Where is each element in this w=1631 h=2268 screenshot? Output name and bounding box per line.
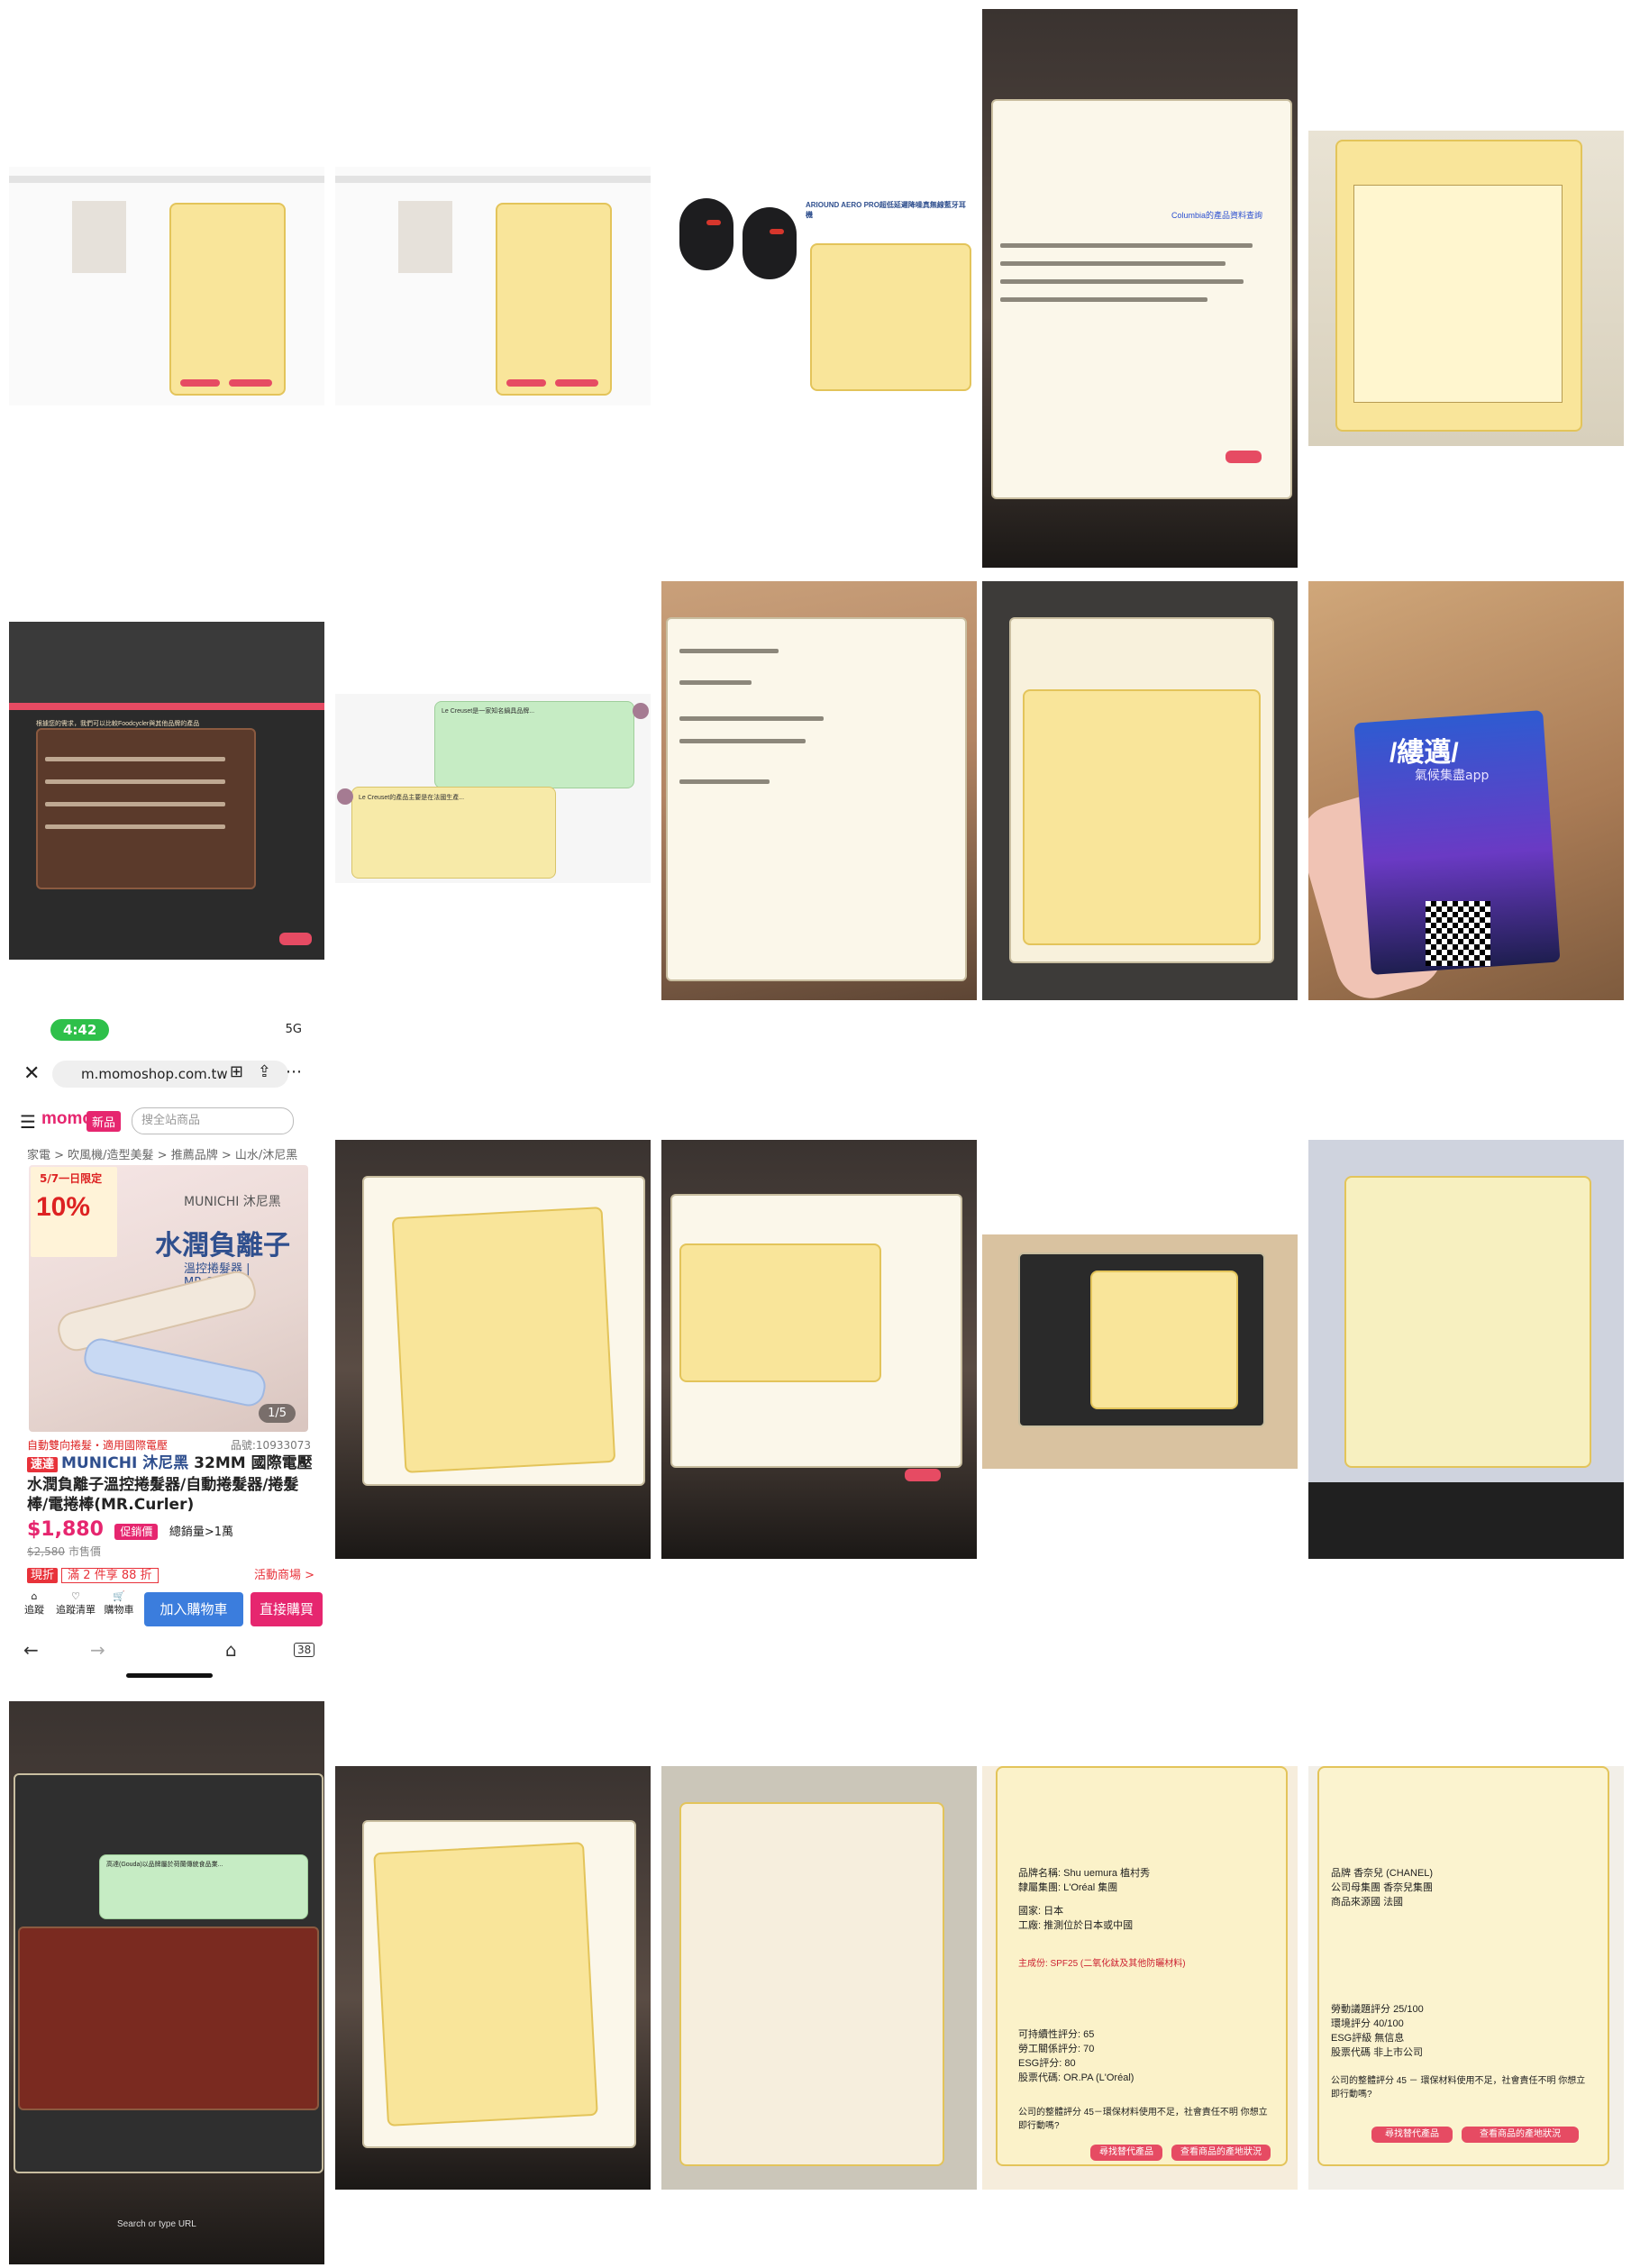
browser-search-field[interactable]: Search or type URL bbox=[117, 2219, 196, 2229]
photo-tile-timberland bbox=[661, 1766, 977, 2190]
assistant-panel bbox=[169, 203, 286, 396]
activity-link[interactable]: 活動商場 > bbox=[254, 1565, 314, 1582]
back-arrow-icon[interactable]: ← bbox=[23, 1639, 39, 1661]
chanel-origin: 商品來源國 法國 bbox=[1331, 1897, 1404, 1908]
image-counter: 1/5 bbox=[259, 1404, 296, 1423]
columbia-title: Columbia的產品資料查詢 bbox=[1171, 211, 1263, 220]
category-link[interactable]: 自動雙向捲髮・適用國際電壓 bbox=[27, 1439, 168, 1452]
old-price: $2,580 bbox=[27, 1545, 65, 1558]
photo-tile-app-card: /縷邁/ 氣候集盡app bbox=[1308, 581, 1624, 1000]
old-price-suffix: 市售價 bbox=[68, 1545, 102, 1558]
loreal-question: 公司的整體評分 45－環保材料使用不足，社會責任不明 你想立即行動嗎? bbox=[1018, 2108, 1268, 2131]
chanel-scores: 勞動議題評分 25/100 環境評分 40/100 ESG評級 無信息 股票代碼 非上… bbox=[1331, 2004, 1424, 2058]
add-to-cart-button[interactable]: 加入購物車 bbox=[144, 1592, 243, 1626]
photo-tile-columbia: Columbia的產品資料查詢 bbox=[982, 9, 1298, 568]
photo-tile-onitsuka bbox=[1308, 1140, 1624, 1559]
photo-tile-acer-laptop bbox=[661, 1140, 977, 1559]
photo-tile-gouda: 高達(Gouda)以品牌屬於荷蘭傳統食品業... Search or type … bbox=[9, 1701, 324, 2264]
momo-logo[interactable]: momo bbox=[41, 1109, 93, 1129]
phone-screenshot-momo: 4:42 5G ✕ m.momoshop.com.tw ⊞⇪⋯ ☰ momo 新… bbox=[9, 1016, 329, 1694]
photo-tile-chanel: 品牌 香奈兒 (CHANEL) 公司母集團 香奈兒集團 商品來源國 法國 勞動議… bbox=[1308, 1766, 1624, 2190]
promo-date: 5/7一日限定 bbox=[40, 1172, 103, 1185]
menu-icon[interactable]: ☰ bbox=[20, 1111, 36, 1133]
photo-tile-brand-table bbox=[1308, 131, 1624, 446]
buy-now-button[interactable]: 直接購買 bbox=[251, 1592, 323, 1626]
product-title: 速達 MUNICHI 沐尼黑 32MM 國際電壓水潤負離子溫控捲髮器/自動捲髮器/… bbox=[27, 1453, 314, 1515]
compare-prompt: 根據您的需求，我們可以比較Foodcycler與其他品牌的產品 bbox=[36, 721, 200, 727]
home-icon[interactable]: ⌂ bbox=[225, 1639, 237, 1661]
search-input[interactable]: 搜全站商品 bbox=[132, 1107, 294, 1134]
chat-bubble-yellow-text: Le Creuset的產品主要是在法國生產... bbox=[359, 795, 465, 801]
photo-tile-shu-uemura: 品牌名稱: Shu uemura 植村秀 隸屬集團: L'Oréal 集團 國家… bbox=[982, 1766, 1298, 2190]
browser-actions[interactable]: ⊞⇪⋯ bbox=[230, 1062, 316, 1081]
earbuds-title: ARIOUND AERO PRO超低延遲降噪真無線藍牙耳機 bbox=[806, 201, 966, 219]
screenshot-tile-foodcycler: 根據您的需求，我們可以比較Foodcycler與其他品牌的產品 bbox=[9, 622, 324, 960]
follow-button[interactable]: ⌂ 追蹤 bbox=[14, 1590, 54, 1617]
product-brand[interactable]: MUNICHI 沐尼黑 bbox=[61, 1454, 188, 1472]
banner-brand: MUNICHI 沐尼黑 bbox=[184, 1195, 281, 1209]
new-products-tag[interactable]: 新品 bbox=[87, 1111, 122, 1132]
loreal-scores: 可持續性評分: 65 勞工關係評分: 70 ESG評分: 80 股票代碼: OR.PA… bbox=[1018, 2029, 1134, 2083]
card-subtitle: 氣候集盡app bbox=[1415, 769, 1490, 783]
promo-badge: 5/7一日限定 10% bbox=[31, 1167, 117, 1257]
product-image[interactable]: 5/7一日限定 10% MUNICHI 沐尼黑 水潤負離子 溫控捲髮器 | MR… bbox=[29, 1165, 308, 1432]
banner-title: 水潤負離子 bbox=[155, 1230, 290, 1262]
promo-price-label: 促銷價 bbox=[114, 1524, 159, 1540]
photo-tile-laptop-desk bbox=[982, 1234, 1298, 1469]
card-title: /縷邁/ bbox=[1390, 738, 1459, 768]
loreal-find-alt-button[interactable]: 尋找替代產品 bbox=[1090, 2145, 1162, 2161]
loreal-factory: 工廠: 推測位於日本或中國 bbox=[1018, 1920, 1134, 1931]
photo-tile-purple-laptop bbox=[335, 1140, 651, 1559]
tabs-count[interactable]: 38 bbox=[294, 1643, 315, 1657]
loreal-material: 主成份: SPF25 (二氧化鈦及其他防曬材料) bbox=[1018, 1959, 1186, 1969]
chanel-find-alt-button[interactable]: 尋找替代產品 bbox=[1371, 2127, 1453, 2143]
qr-code bbox=[1426, 901, 1490, 966]
breadcrumb[interactable]: 家電 > 吹風機/造型美髮 > 推薦品牌 > 山水/沐尼黑 bbox=[27, 1145, 297, 1162]
photo-tile-materials-laptop bbox=[661, 581, 977, 1000]
cart-icon-button[interactable]: 🛒 購物車 bbox=[99, 1590, 139, 1617]
forward-arrow-icon[interactable]: → bbox=[90, 1639, 105, 1661]
status-time: 4:42 bbox=[50, 1019, 110, 1041]
discount-tag: 現折 bbox=[27, 1568, 59, 1583]
chanel-brand: 品牌 香奈兒 (CHANEL) bbox=[1331, 1868, 1434, 1879]
chanel-group: 公司母集團 香奈兒集團 bbox=[1331, 1882, 1434, 1893]
screenshot-tile-product-page-2 bbox=[335, 167, 651, 405]
promo-percent: 10% bbox=[36, 1192, 91, 1222]
discount-deal[interactable]: 滿 2 件享 88 折 bbox=[61, 1568, 159, 1583]
product-id: 品號:10933073 bbox=[230, 1439, 311, 1452]
screenshot-tile-lecreuset-chat: Le Creuset是一家知名鍋具品牌... Le Creuset的產品主要是在… bbox=[335, 694, 651, 883]
loreal-origin-button[interactable]: 查看商品的產地狀況 bbox=[1171, 2145, 1271, 2161]
screenshot-tile-earbuds: ARIOUND AERO PRO超低延遲降噪真無線藍牙耳機 bbox=[661, 180, 972, 392]
fast-tag: 速達 bbox=[27, 1457, 59, 1472]
price: $1,880 bbox=[27, 1518, 104, 1541]
status-signal: 5G bbox=[285, 1023, 302, 1036]
chanel-origin-button[interactable]: 查看商品的產地狀況 bbox=[1462, 2127, 1579, 2143]
sold-count: 總銷量>1萬 bbox=[169, 1526, 233, 1539]
chat-bubble-green-text: Le Creuset是一家知名鍋具品牌... bbox=[442, 708, 535, 715]
assistant-panel bbox=[810, 243, 971, 391]
assistant-panel bbox=[496, 203, 612, 396]
loreal-group: 隸屬集團: L'Oréal 集團 bbox=[1018, 1882, 1118, 1893]
chanel-question: 公司的整體評分 45 － 環保材料使用不足，社會責任不明 你想立即行動嗎? bbox=[1331, 2076, 1586, 2099]
loreal-brand: 品牌名稱: Shu uemura 植村秀 bbox=[1018, 1868, 1151, 1879]
loreal-origin: 國家: 日本 bbox=[1018, 1906, 1064, 1917]
follow-list-button[interactable]: ♡ 追蹤清單 bbox=[56, 1590, 96, 1617]
close-icon[interactable]: ✕ bbox=[23, 1062, 40, 1085]
photo-tile-apple-esg bbox=[335, 1766, 651, 2190]
photo-tile-maybelline bbox=[982, 581, 1298, 1000]
gouda-prompt: 高達(Gouda)以品牌屬於荷蘭傳統食品業... bbox=[106, 1862, 223, 1868]
screenshot-tile-product-page-1 bbox=[9, 167, 324, 405]
